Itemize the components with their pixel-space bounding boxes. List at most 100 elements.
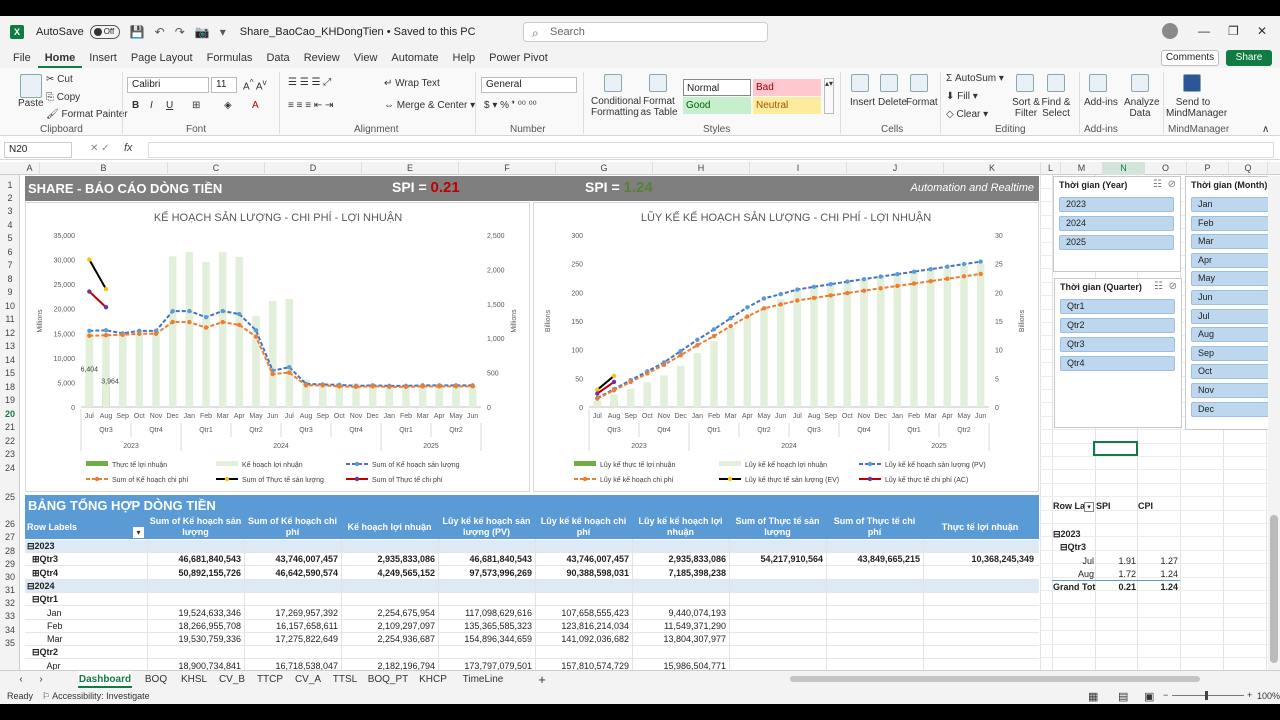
mindmanager-icon[interactable] [1183,74,1201,92]
add-ins-button[interactable]: Add-ins [1084,97,1118,108]
normal-view-icon[interactable]: ▦ [1088,690,1098,703]
row-header-34[interactable]: 34 [0,625,20,635]
slicer-month-item-aug[interactable]: Aug [1191,327,1280,343]
style-neutral[interactable]: Neutral [753,97,821,114]
share-button[interactable]: Share [1226,50,1272,66]
menu-help[interactable]: Help [446,48,483,68]
collapse-ribbon-icon[interactable]: ∧ [1262,124,1269,135]
slicer-month-item-jan[interactable]: Jan [1191,197,1280,212]
analyze-data-button[interactable]: Analyze Data [1124,97,1160,119]
tab-ttcp[interactable]: TTCP [254,671,286,688]
row-header-29[interactable]: 29 [0,559,20,569]
multiselect-icon[interactable]: ☷ [1154,281,1163,292]
row-header-9[interactable]: 9 [0,287,20,297]
italic-icon[interactable]: I [150,100,153,111]
slicer-month-item-mar[interactable]: Mar [1191,234,1280,250]
row-header-12[interactable]: 12 [0,328,20,338]
cut-button[interactable]: ✂ Cut [46,74,73,85]
font-size-select[interactable]: 11 [211,77,237,93]
slicer-quarter-item-qtr2[interactable]: Qtr2 [1060,318,1175,333]
row-header-26[interactable]: 26 [0,519,20,529]
horizontal-scrollbar-thumb[interactable] [790,676,1200,682]
column-header-e[interactable]: E [362,162,459,175]
menu-automate[interactable]: Automate [384,48,445,68]
save-icon[interactable]: 💾 [130,25,145,39]
table-row[interactable]: ⊟2024 [25,579,1039,593]
chart-cumulative[interactable]: LŨY KẾ KẾ HOẠCH SẢN LƯỢNG - CHI PHÍ - LỢ… [533,202,1039,492]
font-name-select[interactable]: Calibri [127,77,209,93]
tab-boq[interactable]: BOQ [142,671,170,688]
chart-monthly[interactable]: KẾ HOẠCH SẢN LƯỢNG - CHI PHÍ - LỢI NHUẬN… [25,202,530,492]
menu-page-layout[interactable]: Page Layout [124,48,200,68]
slicer-month-item-apr[interactable]: Apr [1191,252,1280,268]
column-header-j[interactable]: J [847,162,944,175]
slicer-month-item-oct[interactable]: Oct [1191,364,1280,380]
slicer-month[interactable]: Thời gian (Month) Jan Feb Mar Apr May Jun Jul A… [1185,176,1280,430]
search-input[interactable]: ⌕ Search [523,22,768,42]
slicer-quarter[interactable]: Thời gian (Quarter) ☷ ⊘ Qtr1 Qtr2 Qtr3 Qtr4 [1054,278,1182,428]
tab-khsl[interactable]: KHSL [176,671,212,688]
tab-next-icon[interactable]: › [34,671,48,688]
row-header-6[interactable]: 6 [0,247,20,257]
bold-icon[interactable]: B [132,100,139,111]
add-sheet-icon[interactable]: + [535,671,549,688]
row-header-14[interactable]: 14 [0,355,20,365]
clear-filter-icon[interactable]: ⊘ [1169,281,1177,292]
cancel-check-icons[interactable]: ✕ ✓ [90,143,110,154]
format-painter-button[interactable]: 🖌 Format Painter [46,109,128,120]
sort-filter-button[interactable]: Sort & Filter [1012,97,1040,119]
merge-center-button[interactable]: ⇔ Merge & Center ▾ [384,100,475,111]
slicer-month-item-nov[interactable]: Nov [1191,383,1280,398]
pivot-header-0[interactable]: Row Labels [25,515,147,539]
customize-qat-icon[interactable]: ▾ [220,25,226,39]
zoom-out-icon[interactable]: − [1163,690,1168,700]
row-header-32[interactable]: 32 [0,598,20,608]
slicer-month-item-sep[interactable]: Sep [1191,345,1280,361]
page-layout-view-icon[interactable]: ▤ [1118,690,1128,703]
column-header-c[interactable]: C [168,162,265,175]
row-header-10[interactable]: 10 [0,301,20,311]
format-as-table-button[interactable]: Format as Table [640,96,678,118]
row-labels-filter-icon[interactable]: ▾ [133,527,144,538]
slicer-year-item-2024[interactable]: 2024 [1059,216,1174,231]
row-header-2[interactable]: 2 [0,193,20,203]
row-header-27[interactable]: 27 [0,532,20,542]
slicer-month-item-feb[interactable]: Feb [1191,215,1280,231]
row-header-33[interactable]: 33 [0,611,20,621]
column-header-a[interactable]: A [20,162,40,175]
column-header-l[interactable]: L [1041,162,1061,175]
autosum-button[interactable]: Σ AutoSum ▾ [946,73,1004,84]
slicer-month-item-jun[interactable]: Jun [1191,290,1280,305]
menu-insert[interactable]: Insert [82,48,124,68]
format-as-table-icon[interactable] [649,74,667,92]
redo-icon[interactable]: ↷ [175,25,185,39]
column-header-g[interactable]: G [556,162,653,175]
slicer-month-item-may[interactable]: May [1191,271,1280,287]
row-header-22[interactable]: 22 [0,436,20,446]
copy-button[interactable]: ⎘ Copy [46,92,80,103]
row-header-35[interactable]: 35 [0,638,20,648]
analyze-data-icon[interactable] [1131,74,1149,92]
row-header-23[interactable]: 23 [0,449,20,459]
accessibility-status[interactable]: ⚐ Accessibility: Investigate [42,691,150,702]
avatar[interactable] [1162,23,1178,39]
formula-input[interactable] [148,142,1274,158]
font-color-icon[interactable]: A [252,100,259,111]
column-header-h[interactable]: H [653,162,750,175]
menu-file[interactable]: File [6,48,38,68]
clear-button[interactable]: ◇ Clear ▾ [946,109,988,120]
style-good[interactable]: Good [683,97,751,114]
column-header-f[interactable]: F [459,162,556,175]
table-row[interactable]: ⊞Qtr3 46,681,840,543 43,746,007,457 2,935,8… [25,553,1039,567]
menu-review[interactable]: Review [297,48,347,68]
table-row[interactable]: Jan 19,524,633,346 17,269,957,392 2,254,675… [25,607,1039,620]
underline-icon[interactable]: U [166,100,173,111]
column-header-n[interactable]: N [1103,162,1145,175]
tab-cv-b[interactable]: CV_B [216,671,248,688]
styles-more-icon[interactable]: ▴▾ [824,78,834,114]
row-header-28[interactable]: 28 [0,546,20,556]
currency-icon[interactable]: $ ▾ % ❜ ⁰⁰ ⁰⁰ [484,100,537,111]
fx-icon[interactable]: fx [124,142,133,154]
conditional-formatting-icon[interactable] [604,74,622,92]
active-cell-n20[interactable] [1093,441,1138,456]
